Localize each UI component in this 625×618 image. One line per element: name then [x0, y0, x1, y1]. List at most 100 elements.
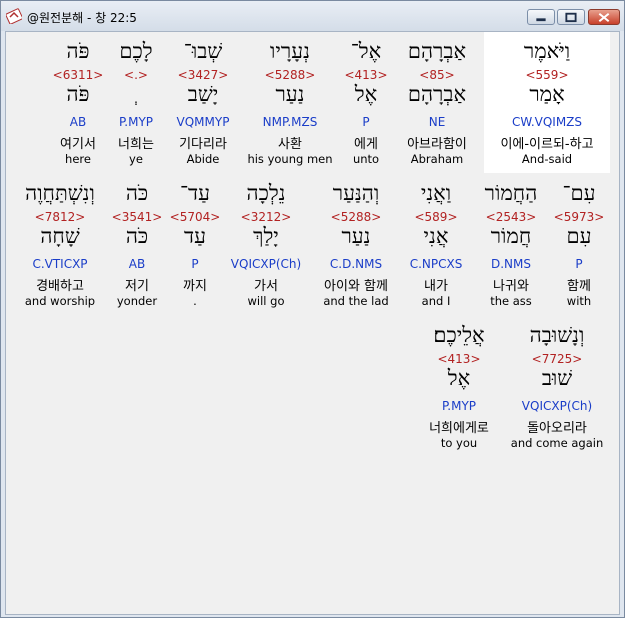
lemma: שׁוּב — [541, 366, 573, 390]
korean-gloss: 돌아오리라 — [527, 421, 587, 436]
strong-number[interactable]: <5288> — [312, 210, 400, 224]
korean-gloss: 너희는 — [118, 137, 154, 152]
hebrew-word: פֹּה — [66, 39, 90, 63]
word-block-7[interactable]: פֹּה <6311> פֹּה AB 여기서 here — [50, 32, 106, 173]
maximize-button[interactable] — [557, 9, 585, 25]
korean-gloss: 저기 — [125, 279, 149, 294]
minimize-button[interactable] — [527, 9, 555, 25]
lemma: יָלַךְ — [253, 224, 279, 248]
korean-gloss: 가서 — [254, 279, 278, 294]
parsing-code: VQMMYP — [176, 115, 230, 129]
title-bar[interactable]: @원전분해 - 창 22:5 — [1, 1, 624, 31]
window-title: @원전분해 - 창 22:5 — [27, 11, 137, 25]
maximize-icon — [565, 12, 577, 23]
strong-number[interactable]: <559> — [484, 68, 610, 82]
lemma: אֶל — [354, 82, 378, 106]
interlinear-view[interactable]: וַיֹּאמֶר <559> אָמַר CW.VQIMZS 이에-이르되-하… — [5, 31, 620, 615]
word-block-17[interactable]: אֲלֵיכֶם׃ <413> אֶל P.MYP 너희에게로 to you — [416, 316, 502, 457]
hebrew-word: עַד־ — [179, 181, 211, 205]
word-block-14[interactable]: כֹּה <3541> כֹּה AB 저기 yonder — [110, 174, 164, 315]
korean-gloss: 나귀와 — [493, 279, 529, 294]
hebrew-word: וְהַנַּעַר — [332, 181, 380, 205]
word-block-9[interactable]: הַחֲמוֹר <2543> חֲמוֹר D.NMS 나귀와 the ass — [476, 174, 546, 315]
strong-number[interactable]: <85> — [396, 68, 478, 82]
word-block-8[interactable]: עִם־ <5973> עִם P 함께 with — [546, 174, 612, 315]
english-gloss: unto — [352, 152, 380, 166]
korean-gloss: 함께 — [567, 279, 591, 294]
korean-gloss: 기다리라 — [179, 137, 227, 152]
strong-number[interactable]: <413> — [416, 352, 502, 366]
parsing-code: VQICXP(Ch) — [521, 399, 593, 413]
strong-number[interactable]: <7812> — [16, 210, 104, 224]
english-gloss: And-said — [521, 152, 573, 166]
strong-number[interactable]: <5973> — [546, 210, 612, 224]
english-gloss: the ass — [490, 294, 532, 308]
parsing-code: C.D.NMS — [329, 257, 383, 271]
word-block-11[interactable]: וְהַנַּעַר <5288> נַעַר C.D.NMS 아이와 함께 a… — [312, 174, 400, 315]
lemma: חֲמוֹר — [490, 224, 532, 248]
lemma: כֹּה — [125, 224, 149, 248]
english-gloss: will go — [247, 294, 285, 308]
lemma: יָשַׁב — [187, 82, 219, 106]
english-gloss: ye — [129, 152, 143, 166]
parsing-code: P.MYP — [441, 399, 477, 413]
parsing-code: D.NMS — [490, 257, 531, 271]
strong-number[interactable]: <413> — [336, 68, 396, 82]
strong-number[interactable]: <7725> — [506, 352, 608, 366]
korean-gloss: 너희에게로 — [429, 421, 489, 436]
korean-gloss: 에게 — [354, 137, 378, 152]
parsing-code: NE — [428, 115, 446, 129]
hebrew-word: נְעָרָיו — [270, 39, 310, 63]
app-window: @원전분해 - 창 22:5 וַיֹּאמֶר <559> אָמַר CW.… — [0, 0, 625, 618]
strong-number[interactable]: <.> — [108, 68, 164, 82]
hebrew-word: אֶל־ — [350, 39, 382, 63]
parsing-code: C.NPCXS — [409, 257, 463, 271]
hebrew-word: וַאֲנִי — [420, 181, 452, 205]
word-block-16[interactable]: וְנָשׁוּבָה <7725> שׁוּב VQICXP(Ch) 돌아오리… — [506, 316, 608, 457]
close-button[interactable] — [588, 9, 620, 25]
strong-number[interactable]: <3541> — [110, 210, 164, 224]
english-gloss: and I — [421, 294, 451, 308]
word-block-4[interactable]: נְעָרָיו <5288> נַעַר NMP.MZS 사환 his you… — [244, 32, 336, 173]
lemma: עִם — [566, 224, 592, 248]
word-block-10[interactable]: וַאֲנִי <589> אֲנִי C.NPCXS 내가 and I — [404, 174, 468, 315]
word-block-12[interactable]: נֵלְכָה <3212> יָלַךְ VQICXP(Ch) 가서 will… — [226, 174, 306, 315]
word-block-13[interactable]: עַד־ <5704> עַד P 까지 . — [168, 174, 222, 315]
english-gloss: here — [65, 152, 91, 166]
lemma: שָׁחָה — [40, 224, 80, 248]
strong-number[interactable]: <6311> — [50, 68, 106, 82]
english-gloss: Abide — [186, 152, 220, 166]
strong-number[interactable]: <5288> — [244, 68, 336, 82]
strong-number[interactable]: <5704> — [168, 210, 222, 224]
parsing-code: P.MYP — [118, 115, 154, 129]
hebrew-word: אַבְרָהָם — [407, 39, 467, 63]
english-gloss: and worship — [24, 294, 96, 308]
strong-number[interactable]: <2543> — [476, 210, 546, 224]
korean-gloss: 경배하고 — [36, 279, 84, 294]
korean-gloss: 아브라함이 — [407, 137, 467, 152]
strong-number[interactable]: <589> — [404, 210, 468, 224]
lemma: אַבְרָהָם — [407, 82, 467, 106]
english-gloss: yonder — [116, 294, 158, 308]
word-block-6[interactable]: לָכֶם <.> ְ P.MYP 너희는 ye — [108, 32, 164, 173]
korean-gloss: 사환 — [278, 137, 302, 152]
english-gloss: his young men — [247, 152, 333, 166]
korean-gloss: 아이와 함께 — [324, 279, 388, 294]
english-gloss: Abraham — [410, 152, 464, 166]
hebrew-word: וְנִשְׁתַּחֲוֶה — [25, 181, 95, 205]
english-gloss: . — [193, 294, 197, 308]
english-gloss: and come again — [510, 436, 604, 450]
word-block-15[interactable]: וְנִשְׁתַּחֲוֶה <7812> שָׁחָה C.VTICXP 경… — [16, 174, 104, 315]
word-block-5[interactable]: שְׁבוּ־ <3427> יָשַׁב VQMMYP 기다리라 Abide — [168, 32, 238, 173]
word-block-2[interactable]: אַבְרָהָם <85> אַבְרָהָם NE 아브라함이 Abraha… — [396, 32, 478, 173]
word-block-3[interactable]: אֶל־ <413> אֶל P 에게 unto — [336, 32, 396, 173]
strong-number[interactable]: <3212> — [226, 210, 306, 224]
word-block-1[interactable]: וַיֹּאמֶר <559> אָמַר CW.VQIMZS 이에-이르되-하… — [484, 32, 610, 173]
lemma: אֶל — [447, 366, 471, 390]
parsing-code: AB — [128, 257, 146, 271]
hebrew-word: כֹּה — [125, 181, 149, 205]
lemma: אֲנִי — [423, 224, 449, 248]
lemma: פֹּה — [66, 82, 90, 106]
parsing-code: NMP.MZS — [262, 115, 318, 129]
strong-number[interactable]: <3427> — [168, 68, 238, 82]
